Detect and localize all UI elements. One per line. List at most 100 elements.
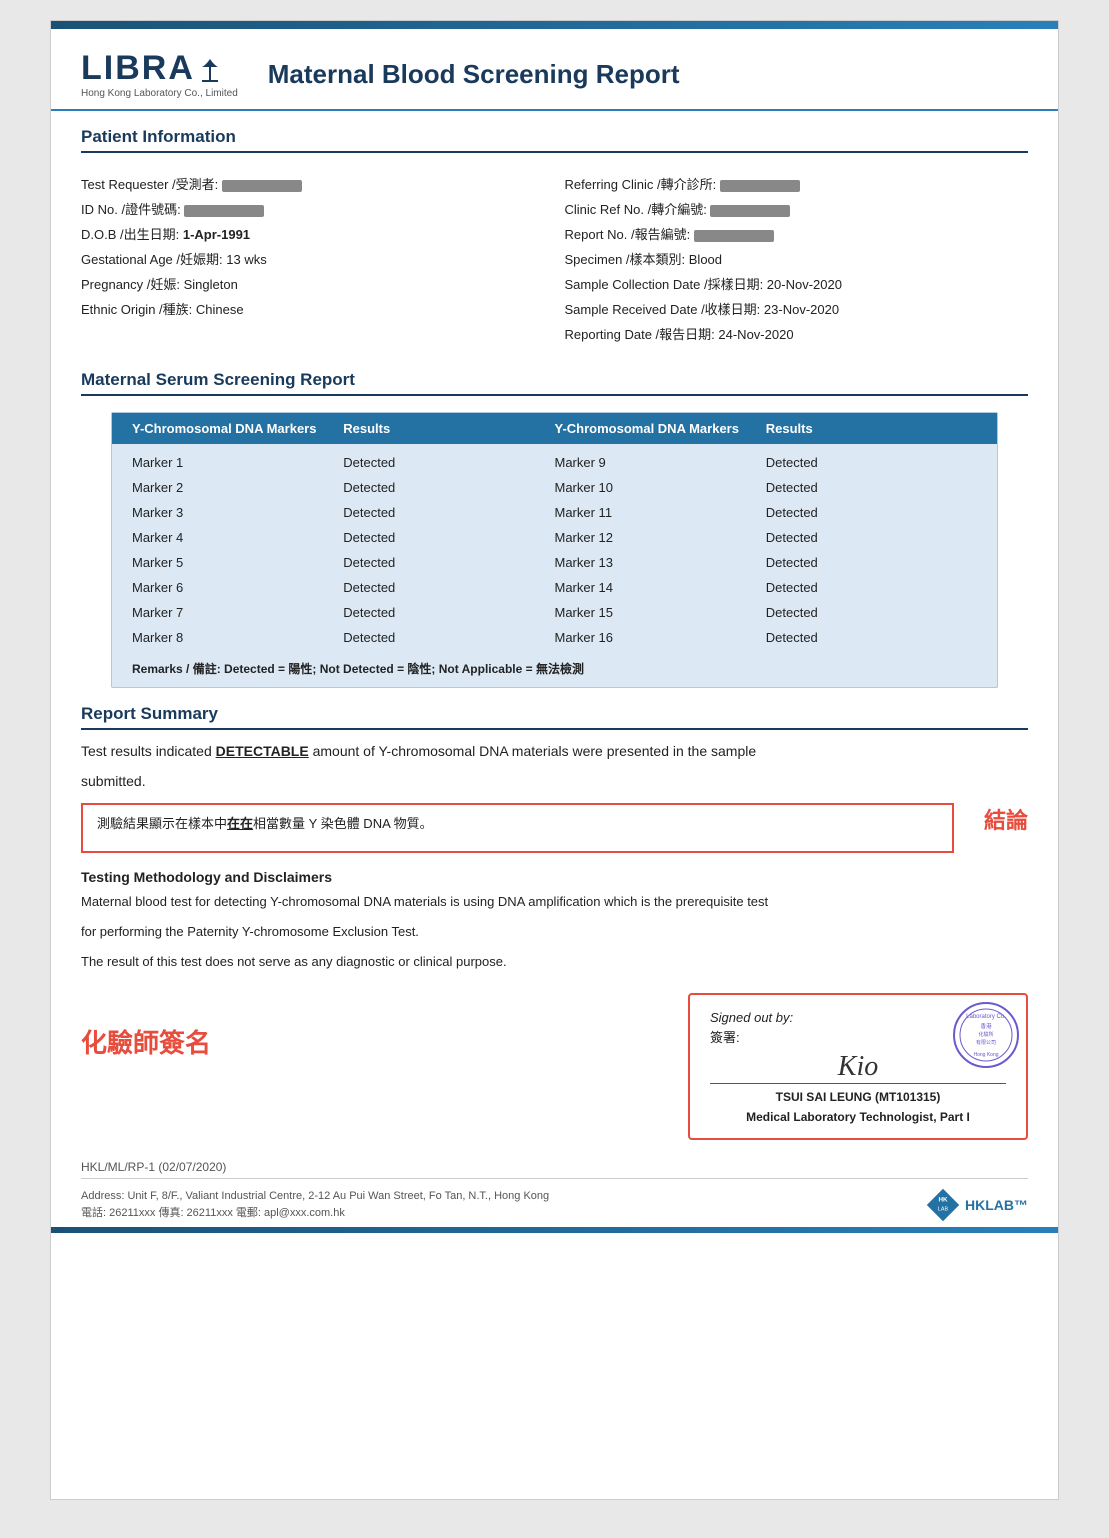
redacted-value	[710, 205, 790, 217]
libra-icon	[196, 57, 224, 85]
redacted-value	[720, 180, 800, 192]
marker-name-left: Marker 4	[132, 525, 343, 550]
marker-name-right: Marker 9	[555, 450, 766, 475]
hklab-text: HKLAB™	[965, 1197, 1028, 1213]
page-header: LIBRA Hong Kong Laboratory Co., Limited …	[51, 29, 1058, 111]
svg-text:LAB: LAB	[938, 1206, 949, 1212]
detectable-text: DETECTABLE	[216, 743, 309, 759]
marker-result-left: Detected	[343, 550, 554, 575]
svg-text:Hong Kong: Hong Kong	[973, 1052, 998, 1058]
table-header: Y-Chromosomal DNA Markers Results Y-Chro…	[112, 413, 997, 444]
methodology-text2: for performing the Paternity Y-chromosom…	[81, 921, 1028, 943]
methodology-text1: Maternal blood test for detecting Y-chro…	[81, 891, 1028, 913]
col2-header: Results	[343, 421, 554, 436]
marker-name-left: Marker 3	[132, 500, 343, 525]
patient-item: Test Requester /受測者:	[81, 171, 545, 196]
marker-name-left: Marker 7	[132, 600, 343, 625]
marker-result-left: Detected	[343, 450, 554, 475]
logo-subtitle: Hong Kong Laboratory Co., Limited	[81, 88, 238, 99]
patient-gestational: Gestational Age /妊娠期: 13 wks	[81, 246, 545, 271]
summary-box: 測驗結果顯示在樣本中在在相當數量 Y 染色體 DNA 物質。	[81, 803, 954, 853]
marker-result-left: Detected	[343, 475, 554, 500]
patient-specimen: Specimen /樣本類別: Blood	[565, 246, 1029, 271]
remarks: Remarks / 備註: Detected = 陽性; Not Detecte…	[112, 650, 997, 677]
bottom-bar	[51, 1227, 1058, 1233]
logo: LIBRA	[81, 49, 224, 88]
marker-result-right: Detected	[766, 475, 977, 500]
patient-item: Report No. /報告編號:	[565, 221, 1029, 246]
logo-text: LIBRA	[81, 49, 224, 88]
report-summary-section: Report Summary Test results indicated DE…	[81, 704, 1028, 853]
patient-item: ID No. /證件號碼:	[81, 196, 545, 221]
conclusion-label: 結論	[984, 803, 1028, 835]
summary-text: Test results indicated DETECTABLE amount…	[81, 740, 1028, 762]
marker-name-left: Marker 8	[132, 625, 343, 650]
marker-name-right: Marker 12	[555, 525, 766, 550]
patient-item: Clinic Ref No. /轉介編號:	[565, 196, 1029, 221]
patient-received-date: Sample Received Date /收樣日期: 23-Nov-2020	[565, 296, 1029, 321]
svg-text:HK: HK	[938, 1196, 948, 1203]
patient-grid: Test Requester /受測者: ID No. /證件號碼: D.O.B…	[81, 163, 1028, 354]
marker-name-right: Marker 16	[555, 625, 766, 650]
patient-dob: D.O.B /出生日期: 1-Apr-1991	[81, 221, 545, 246]
svg-text:有限公司: 有限公司	[976, 1039, 996, 1046]
methodology-section: Testing Methodology and Disclaimers Mate…	[81, 869, 1028, 973]
marker-name-right: Marker 15	[555, 600, 766, 625]
redacted-value	[694, 230, 774, 242]
marker-result-left: Detected	[343, 500, 554, 525]
hklab-diamond-icon: HK LAB	[925, 1187, 961, 1223]
marker-result-left: Detected	[343, 625, 554, 650]
sign-box: Laboratory Co. 香港 化驗所 有限公司 Hong Kong Sig…	[688, 993, 1028, 1140]
marker-name-right: Marker 11	[555, 500, 766, 525]
table-body: Marker 1DetectedMarker 9DetectedMarker 2…	[112, 444, 997, 650]
marker-result-right: Detected	[766, 575, 977, 600]
marker-result-left: Detected	[343, 525, 554, 550]
signature-area: 化驗師簽名 Laboratory Co. 香港 化驗所 有限公司 Hong Ko…	[81, 993, 1028, 1140]
marker-name-left: Marker 5	[132, 550, 343, 575]
marker-result-left: Detected	[343, 600, 554, 625]
patient-info-header: Patient Information	[81, 127, 1028, 153]
svg-text:香港: 香港	[980, 1022, 992, 1030]
top-bar	[51, 21, 1058, 29]
marker-name-right: Marker 13	[555, 550, 766, 575]
report-title: Maternal Blood Screening Report	[268, 59, 680, 90]
patient-pregnancy: Pregnancy /妊娠: Singleton	[81, 271, 545, 296]
footer-ref: HKL/ML/RP-1 (02/07/2020)	[81, 1160, 1028, 1174]
col3-header: Y-Chromosomal DNA Markers	[555, 421, 766, 436]
marker-name-left: Marker 2	[132, 475, 343, 500]
signer-name: TSUI SAI LEUNG (MT101315)	[710, 1090, 1006, 1104]
col4-header: Results	[766, 421, 977, 436]
svg-text:化驗所: 化驗所	[978, 1031, 993, 1038]
marker-name-left: Marker 6	[132, 575, 343, 600]
summary-box-row: 測驗結果顯示在樣本中在在相當數量 Y 染色體 DNA 物質。 結論	[81, 803, 1028, 853]
footer-address: Address: Unit F, 8/F., Valiant Industria…	[81, 1178, 1028, 1223]
patient-collection-date: Sample Collection Date /採樣日期: 20-Nov-202…	[565, 271, 1029, 296]
stamp-icon: Laboratory Co. 香港 化驗所 有限公司 Hong Kong	[951, 1000, 1021, 1070]
redacted-value	[222, 180, 302, 192]
marker-result-right: Detected	[766, 500, 977, 525]
chemist-label: 化驗師簽名	[81, 1023, 211, 1060]
summary-text-submitted: submitted.	[81, 770, 1028, 792]
patient-info-section: Patient Information Test Requester /受測者:…	[81, 127, 1028, 354]
patient-item: Referring Clinic /轉介診所:	[565, 171, 1029, 196]
patient-ethnic: Ethnic Origin /種族: Chinese	[81, 296, 545, 321]
address-text: Address: Unit F, 8/F., Valiant Industria…	[81, 1190, 549, 1220]
redacted-value	[184, 205, 264, 217]
marker-result-right: Detected	[766, 625, 977, 650]
methodology-text3: The result of this test does not serve a…	[81, 951, 1028, 973]
marker-result-right: Detected	[766, 600, 977, 625]
patient-fields-right: Referring Clinic /轉介診所: Clinic Ref No. /…	[565, 171, 1029, 346]
marker-name-left: Marker 1	[132, 450, 343, 475]
logo-area: LIBRA Hong Kong Laboratory Co., Limited	[81, 49, 238, 99]
signer-title: Medical Laboratory Technologist, Part I	[710, 1110, 1006, 1124]
summary-chinese: 測驗結果顯示在樣本中在在相當數量 Y 染色體 DNA 物質。	[97, 816, 433, 831]
marker-name-right: Marker 10	[555, 475, 766, 500]
marker-name-right: Marker 14	[555, 575, 766, 600]
marker-result-left: Detected	[343, 575, 554, 600]
summary-header: Report Summary	[81, 704, 1028, 730]
marker-result-right: Detected	[766, 450, 977, 475]
methodology-header: Testing Methodology and Disclaimers	[81, 869, 1028, 885]
hklab-logo: HK LAB HKLAB™	[925, 1187, 1028, 1223]
marker-result-right: Detected	[766, 550, 977, 575]
patient-fields-left: Test Requester /受測者: ID No. /證件號碼: D.O.B…	[81, 171, 545, 346]
